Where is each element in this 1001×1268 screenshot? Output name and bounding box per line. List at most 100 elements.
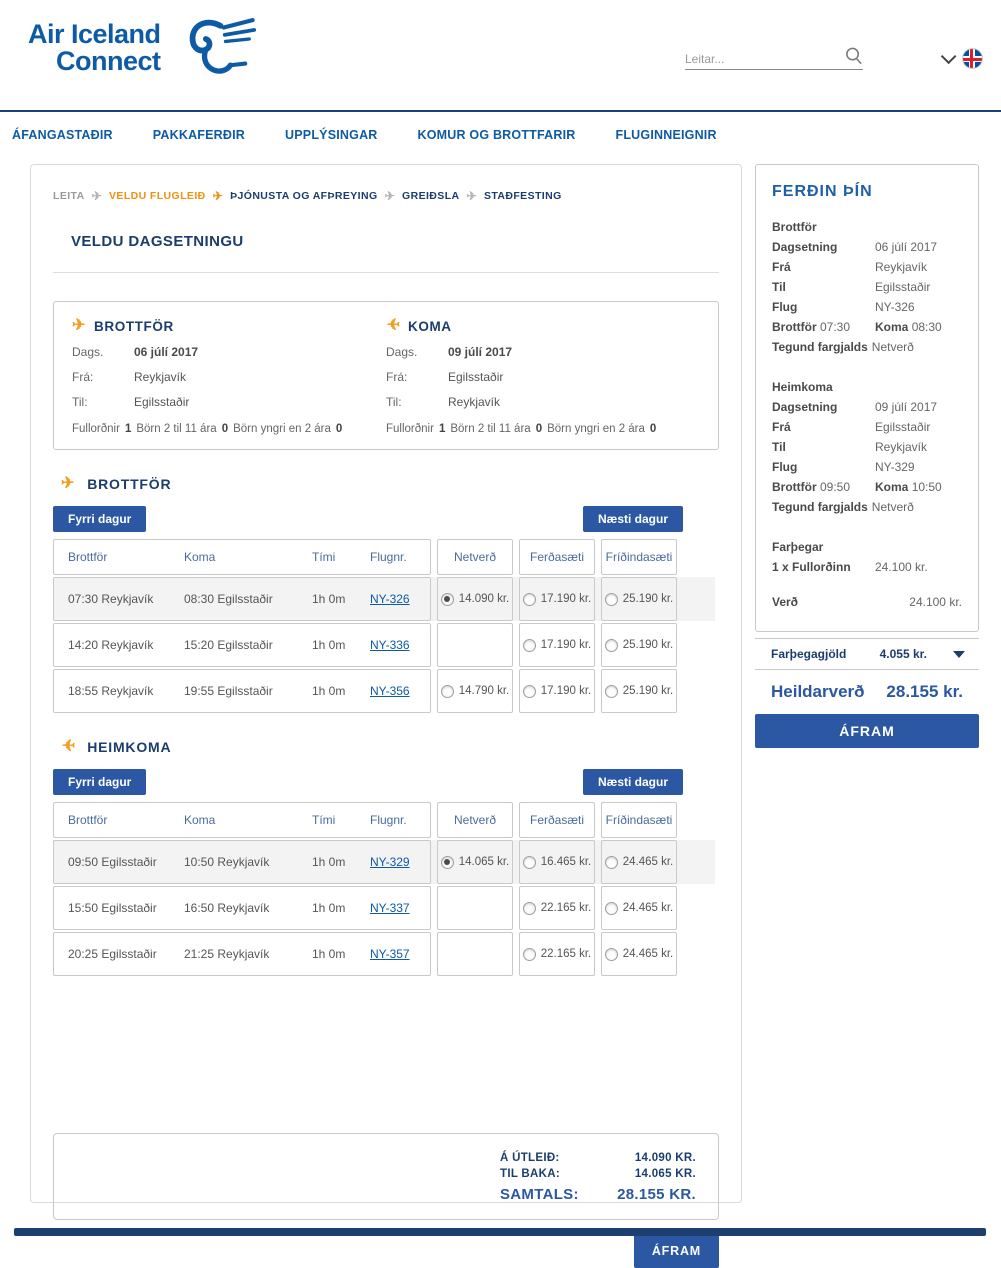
- radio-button[interactable]: [605, 902, 618, 915]
- radio-button[interactable]: [523, 593, 536, 606]
- breadcrumb-step-leita[interactable]: LEITA: [53, 190, 85, 202]
- flight-row: 18:55 Reykjavík 19:55 Egilsstaðir 1h 0m …: [53, 669, 715, 713]
- breadcrumb-step-greidsla[interactable]: GREIÐSLA: [402, 190, 459, 202]
- footer-bar: [14, 1228, 986, 1236]
- netverd-price-cell[interactable]: [437, 932, 513, 976]
- plane-left-icon: ✈: [61, 739, 75, 755]
- passenger-fees-row[interactable]: Farþegagjöld 4.055 kr.: [755, 638, 979, 670]
- nav-fluginneignir[interactable]: FLUGINNEIGNIR: [616, 128, 717, 142]
- radio-button[interactable]: [523, 685, 536, 698]
- plane-right-icon: ✈: [72, 318, 86, 334]
- nav-upplysingar[interactable]: UPPLÝSINGAR: [285, 128, 378, 142]
- iceland-flag-icon: [962, 48, 983, 69]
- plane-icon: ✈: [92, 189, 102, 203]
- next-day-button[interactable]: Næsti dagur: [583, 769, 683, 795]
- return-flight-table: Brottför Koma Tími Flugnr. Netverð Ferða…: [53, 802, 715, 976]
- flight-row: 14:20 Reykjavík 15:20 Egilsstaðir 1h 0m …: [53, 623, 715, 667]
- outbound-total-value: 14.090 KR.: [635, 1152, 696, 1164]
- netverd-price-cell[interactable]: 14.090 kr.: [437, 577, 513, 621]
- radio-button[interactable]: [441, 593, 454, 606]
- flight-row: 20:25 Egilsstaðir 21:25 Reykjavík 1h 0m …: [53, 932, 715, 976]
- fridindasaeti-price-cell[interactable]: 24.465 kr.: [601, 886, 677, 930]
- table-header-row: Brottför Koma Tími Flugnr. Netverð Ferða…: [53, 539, 715, 575]
- dropdown-triangle-icon: [953, 651, 965, 658]
- flight-row: 09:50 Egilsstaðir 10:50 Reykjavík 1h 0m …: [53, 840, 715, 884]
- main-navigation: ÁFANGASTAÐIR PAKKAFERÐIR UPPLÝSINGAR KOM…: [0, 112, 1001, 156]
- netverd-price-cell[interactable]: [437, 623, 513, 667]
- radio-button[interactable]: [523, 948, 536, 961]
- radio-button[interactable]: [441, 685, 454, 698]
- fridindasaeti-price-cell[interactable]: 24.465 kr.: [601, 932, 677, 976]
- search-input[interactable]: [685, 52, 840, 66]
- flight-number-link[interactable]: NY-357: [370, 947, 428, 961]
- air-iceland-connect-logo[interactable]: Air Iceland Connect: [28, 16, 257, 80]
- flight-number-link[interactable]: NY-337: [370, 901, 428, 915]
- radio-button[interactable]: [605, 948, 618, 961]
- passenger-counts: Fullorðnir1 Börn 2 til 11 ára0 Börn yngr…: [72, 423, 386, 435]
- next-day-button[interactable]: Næsti dagur: [583, 506, 683, 532]
- fridindasaeti-price-cell[interactable]: 25.190 kr.: [601, 669, 677, 713]
- language-selector[interactable]: [941, 48, 983, 69]
- pegasus-logo-icon: [171, 16, 257, 80]
- logo-text: Air Iceland Connect: [28, 21, 161, 75]
- flight-row: 15:50 Egilsstaðir 16:50 Reykjavík 1h 0m …: [53, 886, 715, 930]
- netverd-price-cell[interactable]: 14.065 kr.: [437, 840, 513, 884]
- breadcrumb-step-stadfesting[interactable]: STAÐFESTING: [484, 190, 562, 202]
- flight-number-link[interactable]: NY-336: [370, 638, 428, 652]
- header: Air Iceland Connect: [0, 0, 1001, 112]
- ferdasaeti-price-cell[interactable]: 17.190 kr.: [519, 669, 595, 713]
- fridindasaeti-price-cell[interactable]: 24.465 kr.: [601, 840, 677, 884]
- fridindasaeti-price-cell[interactable]: 25.190 kr.: [601, 623, 677, 667]
- sidebar-passengers: Farþegar 1 x Fullorðinn24.100 kr.: [772, 537, 962, 577]
- ferdasaeti-price-cell[interactable]: 17.190 kr.: [519, 623, 595, 667]
- return-total-label: TIL BAKA:: [500, 1168, 560, 1180]
- netverd-price-cell[interactable]: 14.790 kr.: [437, 669, 513, 713]
- plane-left-icon: ✈: [386, 318, 400, 334]
- nav-komur-og-brottfarir[interactable]: KOMUR OG BROTTFARIR: [418, 128, 576, 142]
- radio-button[interactable]: [523, 639, 536, 652]
- breadcrumb-step-thjonusta[interactable]: ÞJÓNUSTA OG AFÞREYING: [230, 190, 377, 202]
- netverd-price-cell[interactable]: [437, 886, 513, 930]
- trip-sidebar: FERÐIN ÞÍN Brottför Dagsetning06 júlí 20…: [755, 164, 979, 748]
- radio-button[interactable]: [605, 593, 618, 606]
- search-icon[interactable]: [844, 46, 863, 66]
- continue-button[interactable]: ÁFRAM: [634, 1234, 719, 1268]
- trip-summary-card: FERÐIN ÞÍN Brottför Dagsetning06 júlí 20…: [755, 164, 979, 632]
- return-section-title: ✈HEIMKOMA: [61, 739, 719, 755]
- radio-button[interactable]: [605, 856, 618, 869]
- ferdasaeti-price-cell[interactable]: 22.165 kr.: [519, 886, 595, 930]
- chevron-down-icon: [941, 48, 957, 64]
- radio-button[interactable]: [523, 902, 536, 915]
- summary-departure: ✈BROTTFÖR Dags.06 júlí 2017 Frá:Reykjaví…: [72, 318, 386, 435]
- plane-right-icon: ✈: [61, 476, 75, 492]
- sidebar-title: FERÐIN ÞÍN: [772, 183, 962, 201]
- nav-afangastadir[interactable]: ÁFANGASTAÐIR: [12, 128, 113, 142]
- search-bar: [685, 46, 863, 70]
- table-header-row: Brottför Koma Tími Flugnr. Netverð Ferða…: [53, 802, 715, 838]
- plane-icon: ✈: [467, 189, 477, 203]
- radio-button[interactable]: [523, 856, 536, 869]
- flight-number-link[interactable]: NY-329: [370, 855, 428, 869]
- sidebar-grand-total: Heildarverð28.155 kr.: [755, 670, 979, 714]
- plane-icon: ✈: [213, 189, 223, 203]
- flight-number-link[interactable]: NY-326: [370, 592, 428, 606]
- previous-day-button[interactable]: Fyrri dagur: [53, 506, 146, 532]
- continue-button-sidebar[interactable]: ÁFRAM: [755, 714, 979, 748]
- page-title: VELDU DAGSETNINGU: [71, 233, 719, 250]
- breadcrumb-step-veldu-flugleid[interactable]: VELDU FLUGLEIÐ: [109, 190, 206, 202]
- sidebar-outbound: Brottför Dagsetning06 júlí 2017 FráReykj…: [772, 217, 962, 357]
- nav-pakkaferdir[interactable]: PAKKAFERÐIR: [153, 128, 245, 142]
- return-total-value: 14.065 KR.: [635, 1168, 696, 1180]
- radio-button[interactable]: [605, 685, 618, 698]
- ferdasaeti-price-cell[interactable]: 22.165 kr.: [519, 932, 595, 976]
- radio-button[interactable]: [441, 856, 454, 869]
- ferdasaeti-price-cell[interactable]: 16.465 kr.: [519, 840, 595, 884]
- sidebar-inbound: Heimkoma Dagsetning09 júlí 2017 FráEgils…: [772, 377, 962, 517]
- divider: [53, 272, 719, 273]
- previous-day-button[interactable]: Fyrri dagur: [53, 769, 146, 795]
- flight-number-link[interactable]: NY-356: [370, 684, 428, 698]
- ferdasaeti-price-cell[interactable]: 17.190 kr.: [519, 577, 595, 621]
- departure-section-title: ✈BROTTFÖR: [61, 476, 719, 492]
- radio-button[interactable]: [605, 639, 618, 652]
- fridindasaeti-price-cell[interactable]: 25.190 kr.: [601, 577, 677, 621]
